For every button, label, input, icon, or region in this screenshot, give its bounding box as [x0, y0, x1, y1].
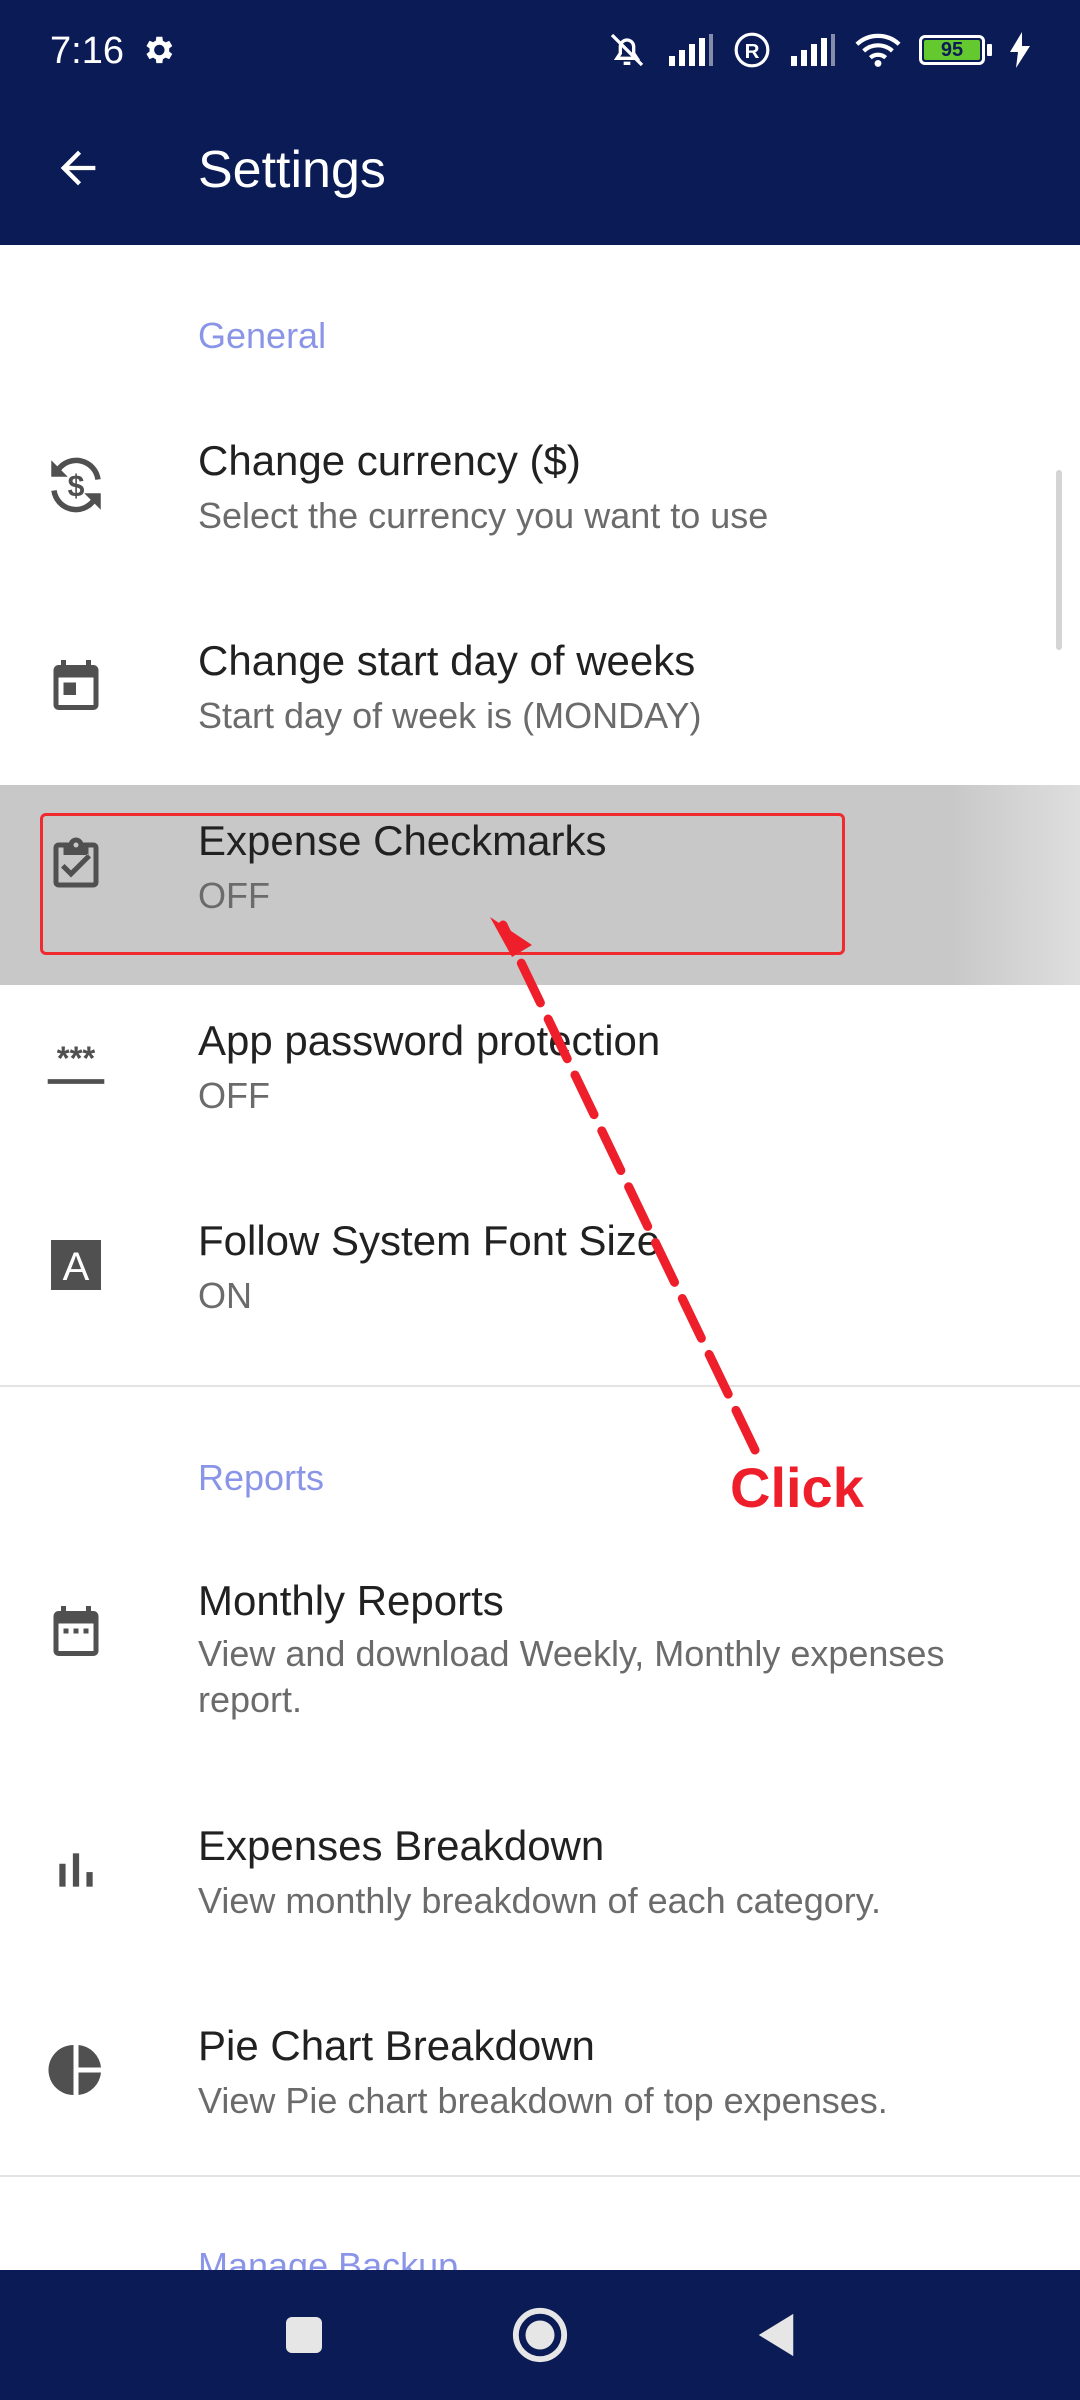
setting-pie-chart-breakdown[interactable]: Pie Chart Breakdown View Pie chart break… — [0, 1990, 1080, 2190]
setting-title: Change start day of weeks — [198, 637, 696, 684]
setting-change-currency[interactable]: $ Change currency ($) Select the currenc… — [0, 405, 1080, 605]
password-icon: *** — [40, 1029, 112, 1101]
currency-exchange-icon: $ — [40, 449, 112, 521]
setting-title: Pie Chart Breakdown — [198, 2022, 595, 2069]
section-header-backup: Manage Backup — [198, 2245, 459, 2270]
setting-title: Expenses Breakdown — [198, 1822, 605, 1869]
page-title: Settings — [198, 141, 386, 199]
signal-icon — [791, 34, 835, 66]
section-header-reports: Reports — [198, 1457, 325, 1498]
pie-chart-icon — [40, 2034, 112, 2106]
svg-text:A: A — [63, 1245, 90, 1289]
setting-app-password[interactable]: *** App password protection OFF — [0, 985, 1080, 1185]
mute-icon — [610, 33, 644, 67]
bar-chart-icon — [40, 1834, 112, 1906]
setting-system-font[interactable]: A Follow System Font Size ON — [0, 1185, 1080, 1385]
annotation-label: Click — [730, 1456, 864, 1519]
font-size-icon: A — [40, 1229, 112, 1301]
setting-title: Change currency ($) — [198, 437, 581, 484]
annotation-highlight-box — [40, 813, 845, 955]
gear-icon — [146, 36, 173, 64]
status-bar: 7:16 R 95 — [0, 0, 1080, 100]
navigation-bar — [0, 2270, 1080, 2400]
svg-text:$: $ — [68, 470, 85, 503]
app-bar: Settings — [0, 100, 1080, 245]
calendar-month-icon — [40, 1595, 112, 1667]
setting-subtitle: Start day of week is (MONDAY) — [198, 695, 702, 736]
charging-icon — [1010, 32, 1030, 68]
setting-title: Follow System Font Size — [198, 1217, 661, 1264]
setting-subtitle: Select the currency you want to use — [198, 495, 769, 536]
home-button[interactable] — [510, 2305, 570, 2365]
recents-button[interactable] — [274, 2305, 334, 2365]
setting-title: Monthly Reports — [198, 1577, 504, 1624]
setting-monthly-reports[interactable]: Monthly Reports View and download Weekly… — [0, 1545, 1080, 1790]
signal-icon — [669, 34, 713, 66]
battery-icon: 95 — [919, 35, 992, 65]
home-icon — [512, 2307, 568, 2363]
status-time: 7:16 — [50, 30, 124, 72]
setting-subtitle: View and download Weekly, Monthly expens… — [198, 1633, 945, 1720]
wifi-icon — [855, 33, 901, 67]
setting-subtitle: ON — [198, 1275, 252, 1316]
back-icon — [758, 2313, 794, 2357]
section-divider — [0, 1385, 1080, 1387]
status-icons: R 95 — [605, 30, 1030, 70]
roaming-icon: R — [734, 32, 770, 68]
recents-icon — [286, 2317, 322, 2353]
svg-text:***: *** — [57, 1040, 96, 1077]
arrow-back-icon — [60, 150, 96, 186]
settings-list[interactable]: General $ Change currency ($) Select the… — [0, 245, 1080, 2270]
section-header-general: General — [198, 315, 327, 356]
setting-title: App password protection — [198, 1017, 661, 1064]
setting-subtitle: View Pie chart breakdown of top expenses… — [198, 2080, 888, 2121]
back-button[interactable] — [42, 132, 114, 204]
setting-start-day[interactable]: Change start day of weeks Start day of w… — [0, 605, 1080, 805]
section-divider — [0, 2175, 1080, 2177]
setting-subtitle: View monthly breakdown of each category. — [198, 1880, 882, 1921]
system-back-button[interactable] — [746, 2305, 806, 2365]
setting-subtitle: OFF — [198, 1075, 270, 1116]
setting-expenses-breakdown[interactable]: Expenses Breakdown View monthly breakdow… — [0, 1790, 1080, 1990]
svg-text:R: R — [745, 40, 760, 63]
calendar-day-icon — [40, 649, 112, 721]
battery-level: 95 — [924, 40, 980, 60]
